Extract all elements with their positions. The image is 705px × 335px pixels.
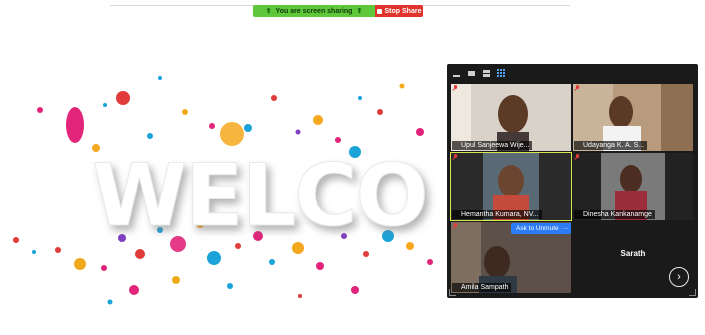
welcome-slide: WELCO [13,76,433,305]
muted-mic-icon [453,154,457,160]
minimize-icon[interactable] [452,69,461,78]
stop-share-button[interactable]: Stop Share [375,5,423,17]
video-gallery-panel: Upul Sanjeewa Wije... Udayanga K. A. S..… [447,64,698,298]
next-page-button[interactable]: › [669,267,689,287]
resize-handle-left[interactable] [449,289,456,296]
stop-share-label: Stop Share [384,7,422,15]
muted-mic-icon [453,223,457,229]
gallery-toolbar [447,64,698,82]
screen-share-bar: ⬆ You are screen sharing ⬆ Stop Share [253,5,423,17]
participant-name: Amila Sampath [452,283,512,292]
muted-mic-icon [453,85,457,91]
screen-sharing-label: You are screen sharing [275,7,353,15]
ask-to-unmute-button[interactable]: Ask to Unmute [511,223,564,234]
participant-tile-amila[interactable]: Ask to Unmute ··· Amila Sampath [451,222,571,293]
participant-tile-hemantha[interactable]: Hemantha Kumara, NV... [450,152,572,221]
participant-name: Dinesha Kankanamge [574,210,655,219]
stop-icon [376,8,382,14]
resize-handle[interactable] [689,289,696,296]
pin-icon: ⬆ [265,8,272,15]
gallery-view-icon[interactable] [497,68,506,78]
chevron-right-icon: › [677,271,681,283]
participant-name: Sarath [620,249,646,258]
speaker-view-icon[interactable] [467,69,476,78]
participant-name: Hemantha Kumara, NV... [452,210,542,219]
pin-icon: ⬆ [356,8,363,15]
film-strip-icon[interactable] [482,69,491,78]
muted-mic-icon [575,154,579,160]
participant-name: Upul Sanjeewa Wije... [452,141,533,150]
screen-sharing-status[interactable]: ⬆ You are screen sharing ⬆ [253,5,375,17]
participant-tile-udayanga[interactable]: Udayanga K. A. S... [573,84,693,151]
welcome-headline: WELCO [92,146,427,246]
participant-tile-upul[interactable]: Upul Sanjeewa Wije... [451,84,571,151]
participant-name: Udayanga K. A. S... [574,141,648,150]
participant-tile-dinesha[interactable]: Dinesha Kankanamge [573,153,693,220]
muted-mic-icon [575,85,579,91]
more-options-button[interactable]: ··· [559,223,571,234]
